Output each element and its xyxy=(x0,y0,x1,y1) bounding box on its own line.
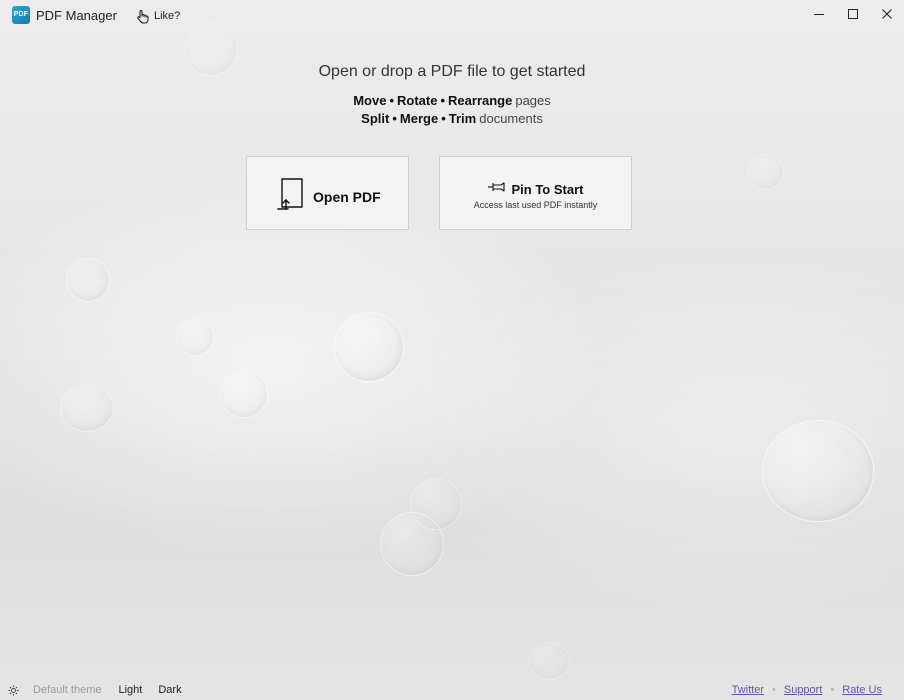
feature-line-documents: Split • Merge • Trim documents xyxy=(0,111,904,126)
decorative-bubble xyxy=(334,312,404,382)
minimize-button[interactable] xyxy=(802,0,836,28)
feature-separator: • xyxy=(389,93,395,108)
decorative-bubble xyxy=(380,512,444,576)
pin-to-start-header: Pin To Start xyxy=(440,180,631,198)
feature-merge: Merge xyxy=(399,111,439,126)
feature-split: Split xyxy=(361,111,390,126)
footer-separator: • xyxy=(830,684,835,696)
hand-pointer-icon xyxy=(136,9,150,24)
pin-to-start-button[interactable]: Pin To Start Access last used PDF instan… xyxy=(439,156,632,230)
feature-suffix-pages: pages xyxy=(515,93,551,108)
support-link[interactable]: Support xyxy=(784,684,823,696)
app-title: PDF Manager xyxy=(36,8,117,23)
theme-dark-option[interactable]: Dark xyxy=(158,684,181,696)
decorative-bubble xyxy=(762,420,874,522)
theme-default-option[interactable]: Default theme xyxy=(33,684,101,696)
pin-to-start-subtitle: Access last used PDF instantly xyxy=(473,200,598,210)
maximize-icon xyxy=(848,9,858,19)
pin-to-start-label: Pin To Start xyxy=(511,181,584,197)
feature-suffix-documents: documents xyxy=(479,111,543,126)
open-pdf-button[interactable]: Open PDF xyxy=(246,156,409,230)
close-icon xyxy=(882,9,892,19)
feature-rearrange: Rearrange xyxy=(448,93,513,108)
footer-links: Twitter • Support • Rate Us xyxy=(732,684,882,696)
feature-trim: Trim xyxy=(448,111,477,126)
decorative-bubble xyxy=(60,384,114,432)
twitter-link[interactable]: Twitter xyxy=(732,684,764,696)
like-button[interactable]: Like? xyxy=(136,6,180,26)
decorative-bubble xyxy=(220,370,268,418)
app-logo-icon: PDF xyxy=(12,6,30,24)
feature-separator: • xyxy=(441,111,446,126)
footer-separator: • xyxy=(772,684,776,696)
title-bar: PDF PDF Manager Like? xyxy=(0,0,904,32)
feature-line-pages: Move • Rotate • Rearrange pages xyxy=(0,93,904,108)
page-headline: Open or drop a PDF file to get started xyxy=(318,63,586,80)
close-button[interactable] xyxy=(870,0,904,28)
open-document-icon xyxy=(277,178,303,215)
sun-icon xyxy=(8,684,19,696)
theme-light-option[interactable]: Light xyxy=(118,684,142,696)
pin-icon xyxy=(487,180,506,198)
open-pdf-label: Open PDF xyxy=(313,188,381,205)
feature-separator: • xyxy=(440,93,446,108)
theme-switcher: Default theme Light Dark xyxy=(8,684,182,696)
decorative-bubble xyxy=(66,258,110,302)
decorative-bubble xyxy=(176,318,214,356)
feature-move: Move xyxy=(353,93,387,108)
like-label: Like? xyxy=(154,10,181,22)
rate-us-link[interactable]: Rate Us xyxy=(842,684,882,696)
decorative-bubble xyxy=(528,642,570,680)
minimize-icon xyxy=(814,9,824,19)
decorative-bubble xyxy=(748,154,784,190)
maximize-button[interactable] xyxy=(836,0,870,28)
feature-rotate: Rotate xyxy=(397,93,438,108)
open-pdf-content: Open PDF xyxy=(277,178,381,215)
feature-separator: • xyxy=(392,111,397,126)
